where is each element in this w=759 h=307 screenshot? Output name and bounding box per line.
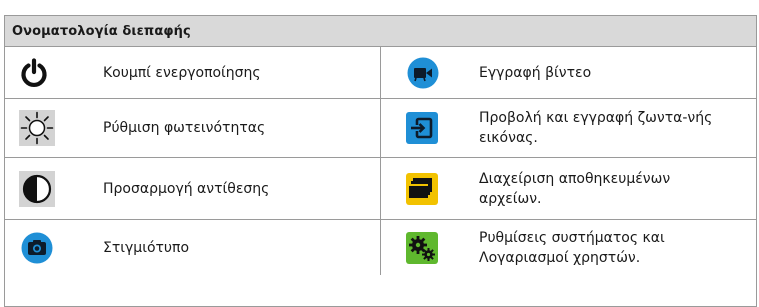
table-cell: Προβολή και εγγραφή ζωντα-νής εικόνας.	[381, 99, 756, 157]
gears-icon	[381, 231, 479, 265]
table-header: Ονοματολογία διεπαφής	[5, 16, 756, 47]
table-cell: Ρύθμιση φωτεινότητας	[5, 99, 381, 157]
input-enter-icon	[381, 111, 479, 145]
contrast-icon	[5, 170, 103, 207]
snapshot-label: Στιγμιότυπο	[103, 239, 190, 256]
brightness-label: Ρύθμιση φωτεινότητας	[103, 120, 266, 136]
brightness-sun-icon	[5, 110, 103, 146]
system-settings-label: Ρυθμίσεις συστήματος και Λογαριασμοί χρη…	[479, 229, 665, 266]
table-title: Ονοματολογία διεπαφής	[12, 23, 191, 39]
table-cell: Προσαρμογή αντίθεσης	[5, 158, 381, 219]
table-cell: Εγγραφή βίντεο	[381, 47, 756, 98]
table-cell: Διαχείριση αποθηκευμένων αρχείων.	[381, 158, 756, 219]
video-camera-icon	[381, 55, 479, 91]
table-row: Προσαρμογή αντίθεσης Διαχείριση αποθηκευ…	[5, 158, 756, 220]
table-row: Στιγμιότυπο Ρυθμίσεις συστήματος και Λογ…	[5, 220, 756, 275]
table-row: Κουμπί ενεργοποίησης Εγγραφή βίντεο	[5, 47, 756, 99]
table-cell: Ρυθμίσεις συστήματος και Λογαριασμοί χρη…	[381, 220, 756, 275]
contrast-label: Προσαρμογή αντίθεσης	[103, 180, 270, 197]
table-cell: Στιγμιότυπο	[5, 220, 381, 275]
file-stack-icon	[381, 172, 479, 206]
file-management-label: Διαχείριση αποθηκευμένων αρχείων.	[479, 170, 671, 207]
table-cell: Κουμπί ενεργοποίησης	[5, 47, 381, 98]
video-record-label: Εγγραφή βίντεο	[479, 64, 592, 81]
power-icon	[5, 57, 103, 88]
camera-icon	[5, 230, 103, 266]
power-button-label: Κουμπί ενεργοποίησης	[103, 64, 261, 81]
interface-nomenclature-table: Ονοματολογία διεπαφής Κουμπί ενεργοποίησ…	[4, 15, 757, 307]
live-view-label: Προβολή και εγγραφή ζωντα-νής εικόνας.	[479, 110, 713, 146]
table-row: Ρύθμιση φωτεινότητας Προβολή και εγγραφή…	[5, 99, 756, 158]
